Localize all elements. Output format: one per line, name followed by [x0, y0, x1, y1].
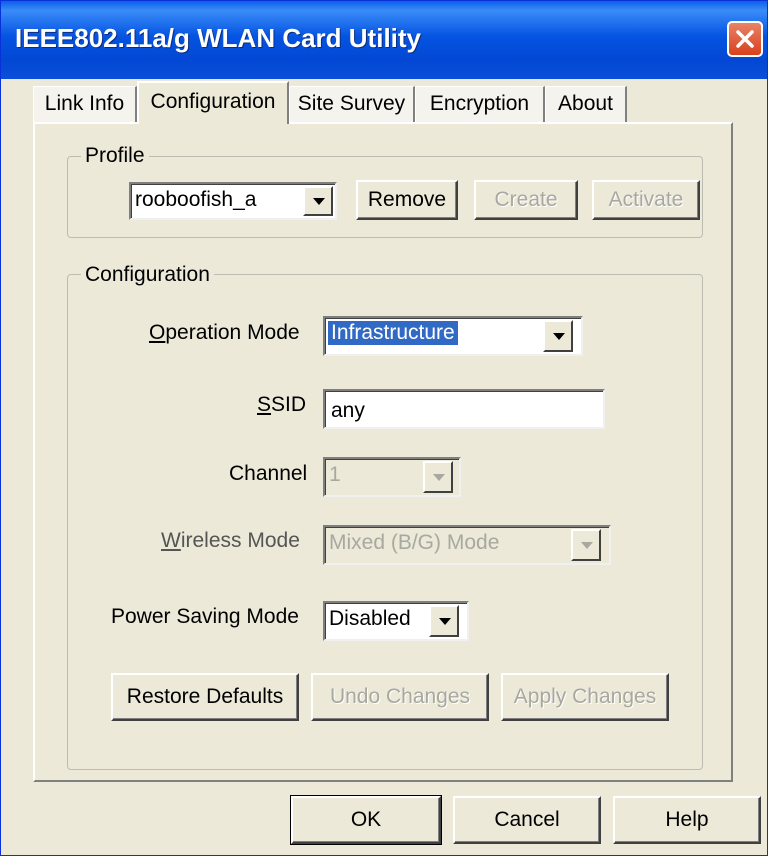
create-profile-button[interactable]: Create: [474, 180, 578, 220]
activate-profile-button[interactable]: Activate: [592, 180, 700, 220]
tab-configuration[interactable]: Configuration: [137, 81, 289, 124]
profile-select-value: rooboofish_a: [135, 188, 257, 211]
wireless-mode-label-accel: W: [161, 529, 181, 552]
ssid-label: SSID: [257, 393, 306, 417]
tab-label: Configuration: [150, 90, 276, 113]
close-icon: [736, 30, 754, 48]
chevron-down-icon: [553, 333, 565, 340]
ssid-input-value: any: [331, 399, 365, 422]
wireless-mode-dropdown[interactable]: [571, 529, 601, 561]
wireless-mode-label-rest: ireless Mode: [180, 529, 300, 552]
profile-select-dropdown[interactable]: [303, 186, 333, 216]
power-saving-select[interactable]: Disabled: [323, 601, 469, 641]
title-bar[interactable]: IEEE802.11a/g WLAN Card Utility: [1, 1, 767, 79]
channel-label: Channel: [229, 462, 308, 485]
remove-profile-button[interactable]: Remove: [356, 180, 458, 220]
apply-changes-button[interactable]: Apply Changes: [501, 673, 669, 721]
tab-label: Link Info: [44, 92, 125, 115]
restore-defaults-button[interactable]: Restore Defaults: [111, 673, 299, 721]
ssid-input[interactable]: any: [323, 389, 605, 429]
chevron-down-icon: [581, 542, 593, 549]
channel-dropdown[interactable]: [423, 461, 453, 493]
tab-encryption[interactable]: Encryption: [415, 86, 545, 123]
tab-about[interactable]: About: [545, 86, 627, 123]
operation-mode-label: Operation Mode: [149, 321, 300, 345]
channel-value: 1: [329, 463, 341, 486]
chevron-down-icon: [313, 198, 325, 205]
operation-mode-value: Infrastructure: [327, 320, 459, 346]
operation-mode-dropdown[interactable]: [543, 320, 573, 352]
tab-label: Encryption: [429, 92, 530, 115]
chevron-down-icon: [433, 474, 445, 481]
window-title: IEEE802.11a/g WLAN Card Utility: [15, 23, 422, 53]
wireless-mode-value: Mixed (B/G) Mode: [329, 531, 500, 554]
dialog-window: IEEE802.11a/g WLAN Card Utility Link Inf…: [0, 0, 768, 856]
power-saving-value: Disabled: [329, 607, 411, 630]
tab-label: About: [558, 92, 613, 115]
ok-button[interactable]: OK: [290, 795, 442, 845]
tab-label: Site Survey: [297, 92, 406, 115]
tab-link-info[interactable]: Link Info: [33, 86, 137, 123]
power-saving-label: Power Saving Mode: [111, 605, 299, 628]
channel-select[interactable]: 1: [323, 457, 461, 497]
operation-mode-select[interactable]: Infrastructure: [323, 316, 583, 356]
undo-changes-button[interactable]: Undo Changes: [311, 673, 489, 721]
chevron-down-icon: [439, 618, 451, 625]
configuration-group-legend: Configuration: [81, 263, 214, 287]
operation-mode-label-rest: peration Mode: [165, 321, 300, 344]
close-button[interactable]: [727, 21, 763, 57]
ssid-label-rest: SID: [271, 393, 307, 416]
cancel-button[interactable]: Cancel: [453, 796, 601, 844]
power-saving-dropdown[interactable]: [429, 605, 459, 637]
help-button[interactable]: Help: [613, 796, 761, 844]
wireless-mode-select[interactable]: Mixed (B/G) Mode: [323, 525, 611, 565]
operation-mode-label-accel: O: [149, 321, 166, 344]
ssid-label-accel: S: [257, 393, 272, 416]
wireless-mode-label: Wireless Mode: [161, 529, 300, 553]
profile-group-legend: Profile: [81, 144, 149, 168]
profile-select[interactable]: rooboofish_a: [129, 182, 337, 220]
tab-site-survey[interactable]: Site Survey: [289, 86, 415, 123]
